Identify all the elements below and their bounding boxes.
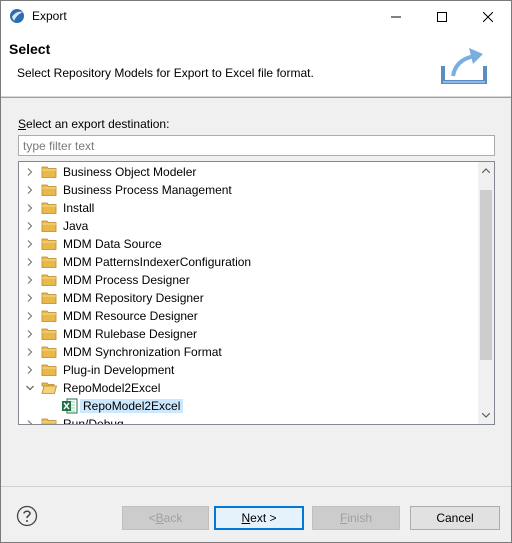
folder-icon [41,363,57,377]
chevron-right-icon[interactable] [24,256,36,268]
chevron-right-icon[interactable] [24,274,36,286]
tree-item-label: MDM Synchronization Format [63,345,222,359]
scroll-up-arrow-icon[interactable] [478,162,494,179]
tree-item-label: Business Process Management [63,183,232,197]
chevron-right-icon[interactable] [24,238,36,250]
folder-icon [41,255,57,269]
tree-category-item[interactable]: MDM Process Designer [19,271,479,289]
tree-category-item[interactable]: MDM Resource Designer [19,307,479,325]
tree-item-label: Run/Debug [63,417,124,424]
chevron-right-icon[interactable] [24,418,36,424]
tree-category-item[interactable]: Install [19,199,479,217]
tree-content: Business Object Modeler Business Process … [19,162,479,424]
destination-label-accel: S [18,117,27,131]
tree-item-label: RepoModel2Excel [80,399,184,413]
tree-category-item[interactable]: MDM PatternsIndexerConfiguration [19,253,479,271]
excel-icon [62,398,78,414]
destination-tree[interactable]: Business Object Modeler Business Process … [18,161,495,425]
tree-item-label: MDM PatternsIndexerConfiguration [63,255,252,269]
tree-category-item[interactable]: Business Process Management [19,181,479,199]
title-bar: Export [1,1,511,32]
tree-leaf-item[interactable]: RepoModel2Excel [19,397,479,415]
tree-category-item[interactable]: MDM Data Source [19,235,479,253]
filter-input[interactable] [18,135,495,156]
help-icon[interactable] [16,505,38,527]
export-wizard-icon [439,42,491,88]
finish-button-label: inish [347,511,373,525]
chevron-right-icon[interactable] [24,184,36,196]
tree-item-label: MDM Repository Designer [63,291,204,305]
chevron-right-icon[interactable] [24,346,36,358]
next-button-accel: N [241,511,251,525]
maximize-button[interactable] [419,1,465,32]
folder-icon [41,291,57,305]
destination-label: Select an export destination: [18,117,169,131]
finish-button-accel: F [339,511,348,525]
folder-icon [41,165,57,179]
tree-item-label: Install [63,201,95,215]
tree-item-label: Business Object Modeler [63,165,197,179]
button-bar-divider [1,486,511,487]
chevron-right-icon[interactable] [24,220,36,232]
page-title: Select [9,41,51,57]
folder-icon [41,417,57,424]
folder-icon [41,183,57,197]
back-button-prefix: < [148,511,156,525]
tree-category-item[interactable]: MDM Repository Designer [19,289,479,307]
folder-open-icon [41,381,58,395]
close-button[interactable] [465,1,511,32]
folder-icon [41,201,57,215]
chevron-right-icon[interactable] [24,202,36,214]
back-button-label: ack [163,511,183,525]
tree-item-label: RepoModel2Excel [63,381,161,395]
vertical-scrollbar[interactable] [478,162,494,424]
wizard-banner: Select Select Repository Models for Expo… [1,32,511,97]
page-description: Select Repository Models for Export to E… [17,66,314,80]
back-button[interactable]: < Back [122,506,209,530]
chevron-right-icon[interactable] [24,310,36,322]
chevron-right-icon[interactable] [24,364,36,376]
destination-label-text: elect an export destination: [26,117,170,131]
chevron-down-icon[interactable] [24,382,36,394]
folder-icon [41,327,57,341]
tree-item-label: MDM Data Source [63,237,162,251]
tree-item-label: MDM Resource Designer [63,309,198,323]
tree-category-item[interactable]: Business Object Modeler [19,163,479,181]
chevron-right-icon[interactable] [24,328,36,340]
tree-category-item[interactable]: Plug-in Development [19,361,479,379]
tree-category-item[interactable]: Run/Debug [19,415,479,424]
cancel-button[interactable]: Cancel [410,506,500,530]
back-button-accel: B [155,511,164,525]
folder-icon [41,237,57,251]
tree-item-label: MDM Rulebase Designer [63,327,198,341]
tree-category-item[interactable]: MDM Rulebase Designer [19,325,479,343]
tree-item-label: Java [63,219,89,233]
window-title: Export [32,9,67,23]
export-dialog: Export Select Select Repository Models f… [0,0,512,543]
folder-icon [41,273,57,287]
tree-category-item[interactable]: RepoModel2Excel [19,379,479,397]
finish-button[interactable]: Finish [312,506,400,530]
folder-icon [41,219,57,233]
scrollbar-thumb[interactable] [480,190,492,360]
scroll-down-arrow-icon[interactable] [478,407,494,424]
chevron-right-icon[interactable] [24,292,36,304]
minimize-button[interactable] [373,1,419,32]
next-button-label: ext > [250,511,277,525]
tree-item-label: MDM Process Designer [63,273,190,287]
tree-category-item[interactable]: MDM Synchronization Format [19,343,479,361]
folder-icon [41,309,57,323]
tree-item-label: Plug-in Development [63,363,175,377]
chevron-right-icon[interactable] [24,166,36,178]
tree-category-item[interactable]: Java [19,217,479,235]
eclipse-icon [9,8,25,24]
folder-icon [41,345,57,359]
next-button[interactable]: Next > [214,506,304,530]
banner-divider [1,97,511,98]
